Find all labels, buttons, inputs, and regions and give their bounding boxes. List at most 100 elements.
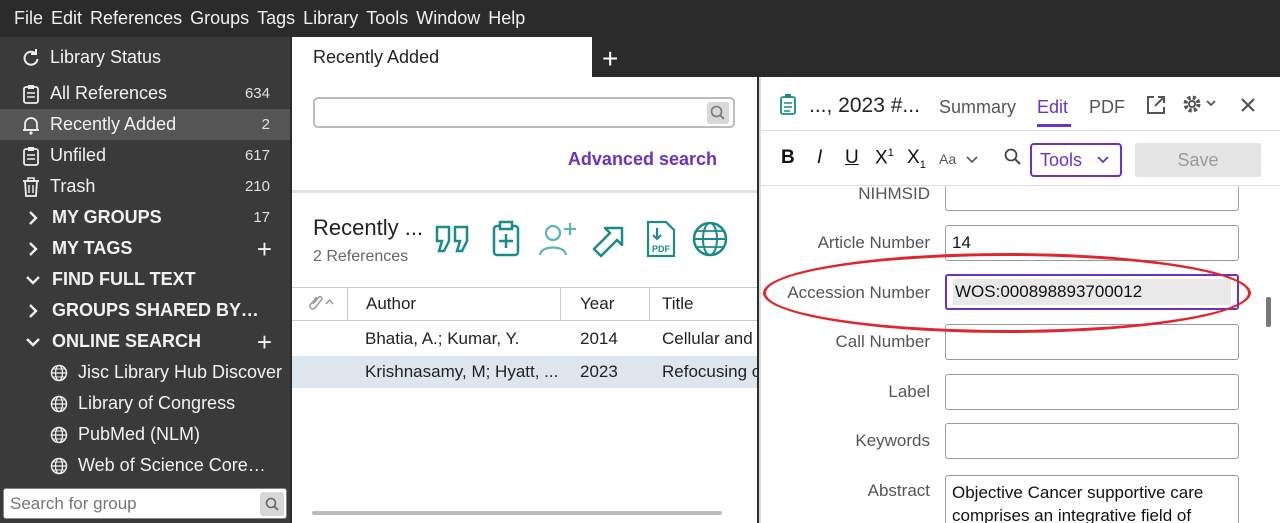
sidebar-group-my-groups[interactable]: MY GROUPS 17: [0, 202, 290, 233]
quick-search-field[interactable]: [313, 97, 735, 128]
table-row[interactable]: Bhatia, A.; Kumar, Y. 2014 Cellular and: [292, 323, 757, 355]
menu-file[interactable]: File: [14, 8, 43, 29]
sidebar-item-unfiled[interactable]: Unfiled 617: [0, 140, 290, 171]
clipboard-icon: [20, 83, 42, 105]
group-search-field[interactable]: [3, 488, 287, 519]
sidebar-item-trash[interactable]: Trash 210: [0, 171, 290, 202]
close-icon[interactable]: [1240, 91, 1256, 119]
year-column-header[interactable]: Year: [560, 288, 649, 320]
chevron-down-icon: [1097, 156, 1109, 164]
open-external-icon[interactable]: [1145, 94, 1167, 121]
menu-help[interactable]: Help: [488, 8, 525, 29]
field-label-nihmsid: NIHMSID: [858, 187, 930, 203]
share-arrow-icon[interactable]: [588, 219, 628, 259]
bell-icon: [20, 114, 42, 136]
add-tag-button[interactable]: +: [257, 236, 272, 262]
bold-button[interactable]: B: [781, 147, 795, 169]
globe-icon: [48, 455, 70, 477]
sidebar-item-count: 634: [244, 85, 270, 102]
sidebar-group-find-full-text[interactable]: FIND FULL TEXT: [0, 264, 290, 295]
subscript-button[interactable]: X1: [907, 147, 926, 171]
row-author: Bhatia, A.; Kumar, Y.: [365, 329, 520, 348]
change-case-button[interactable]: Aa: [939, 151, 978, 167]
menu-edit[interactable]: Edit: [51, 8, 82, 29]
sidebar-group-groups-shared[interactable]: GROUPS SHARED BY O...: [0, 295, 290, 326]
chevron-down-icon: [22, 269, 44, 291]
tab-edit[interactable]: Edit: [1037, 97, 1068, 118]
menu-tools[interactable]: Tools: [366, 8, 408, 29]
add-online-search-button[interactable]: +: [257, 329, 272, 355]
search-icon[interactable]: [1003, 147, 1023, 172]
vertical-scrollbar[interactable]: [1266, 297, 1271, 327]
reference-title: ..., 2023 #...: [809, 94, 920, 117]
tab-strip: Recently Added +: [292, 37, 1280, 77]
online-search-label: PubMed (NLM): [78, 424, 201, 444]
reference-editor-pane: ..., 2023 #... Summary Edit PDF B I U X1…: [759, 77, 1280, 523]
active-tab-indicator: [1037, 124, 1071, 127]
row-title: Cellular and: [662, 329, 753, 348]
advanced-search-link[interactable]: Advanced search: [568, 149, 717, 170]
pdf-download-icon[interactable]: PDF: [640, 219, 680, 259]
sidebar-item-label: All References: [50, 83, 168, 103]
sidebar-group-my-tags[interactable]: MY TAGS +: [0, 233, 290, 264]
menu-bar: File Edit References Groups Tags Library…: [0, 0, 1280, 37]
label-field[interactable]: [945, 374, 1239, 410]
sidebar-online-loc[interactable]: Library of Congress: [0, 388, 290, 419]
sidebar-item-count: 617: [244, 147, 270, 164]
search-icon[interactable]: [707, 102, 729, 124]
menu-groups[interactable]: Groups: [190, 8, 249, 29]
sidebar-item-count: 210: [244, 178, 270, 195]
title-column-header[interactable]: Title: [649, 288, 757, 320]
menu-window[interactable]: Window: [416, 8, 480, 29]
horizontal-scrollbar[interactable]: [312, 511, 722, 515]
call-number-field[interactable]: [945, 324, 1239, 360]
tools-dropdown[interactable]: Tools: [1030, 143, 1122, 177]
quote-icon[interactable]: [433, 219, 473, 259]
nihmsid-field[interactable]: [945, 187, 1239, 211]
sidebar-online-jisc[interactable]: Jisc Library Hub Discover: [0, 357, 290, 388]
field-label-call-number: Call Number: [835, 332, 930, 351]
sidebar-library-status[interactable]: Library Status: [0, 42, 290, 73]
globe-icon: [48, 393, 70, 415]
gear-icon[interactable]: [1181, 93, 1219, 120]
save-button[interactable]: Save: [1135, 143, 1261, 177]
tab-recently-added[interactable]: Recently Added: [292, 37, 592, 77]
superscript-mark: 1: [887, 147, 894, 159]
menu-tags[interactable]: Tags: [257, 8, 295, 29]
sidebar-group-count: 17: [253, 209, 270, 226]
sync-icon: [20, 47, 42, 69]
superscript-button[interactable]: X1: [875, 147, 894, 169]
sidebar-group-online-search[interactable]: ONLINE SEARCH +: [0, 326, 290, 357]
italic-button[interactable]: I: [817, 147, 822, 169]
sidebar-item-count: 2: [261, 116, 270, 133]
attachment-column-header[interactable]: [292, 288, 347, 320]
sidebar-online-wos[interactable]: Web of Science Core C...: [0, 450, 290, 481]
tab-pdf[interactable]: PDF: [1089, 97, 1125, 118]
clipboard-add-icon[interactable]: [486, 219, 526, 259]
article-number-field[interactable]: 14: [945, 225, 1239, 261]
globe-icon: [48, 424, 70, 446]
accession-number-field[interactable]: WOS:000898893700012: [945, 274, 1239, 310]
sidebar-item-all-references[interactable]: All References 634: [0, 78, 290, 109]
add-tab-button[interactable]: +: [602, 43, 618, 75]
menu-library[interactable]: Library: [303, 8, 358, 29]
table-row[interactable]: Krishnasamy, M; Hyatt, ... 2023 Refocusi…: [292, 356, 757, 388]
add-user-icon[interactable]: [537, 219, 577, 259]
sidebar-group-label: MY GROUPS: [52, 207, 162, 227]
menu-references[interactable]: References: [90, 8, 182, 29]
sidebar-online-pubmed[interactable]: PubMed (NLM): [0, 419, 290, 450]
group-search-input[interactable]: [10, 493, 260, 514]
row-author: Krishnasamy, M; Hyatt, ...: [365, 362, 559, 381]
clipboard-icon: [20, 145, 42, 167]
chevron-down-icon: [22, 331, 44, 353]
keywords-field[interactable]: [945, 423, 1239, 459]
column-label: Year: [580, 294, 615, 313]
globe-icon[interactable]: [690, 219, 730, 259]
underline-button[interactable]: U: [845, 147, 859, 169]
author-column-header[interactable]: Author: [347, 288, 560, 320]
sidebar-item-recently-added[interactable]: Recently Added 2: [0, 109, 290, 140]
tab-summary[interactable]: Summary: [939, 97, 1016, 118]
abstract-field[interactable]: Objective Cancer supportive care compris…: [945, 475, 1239, 523]
sidebar-group-label: FIND FULL TEXT: [52, 269, 196, 289]
search-icon[interactable]: [260, 491, 284, 516]
